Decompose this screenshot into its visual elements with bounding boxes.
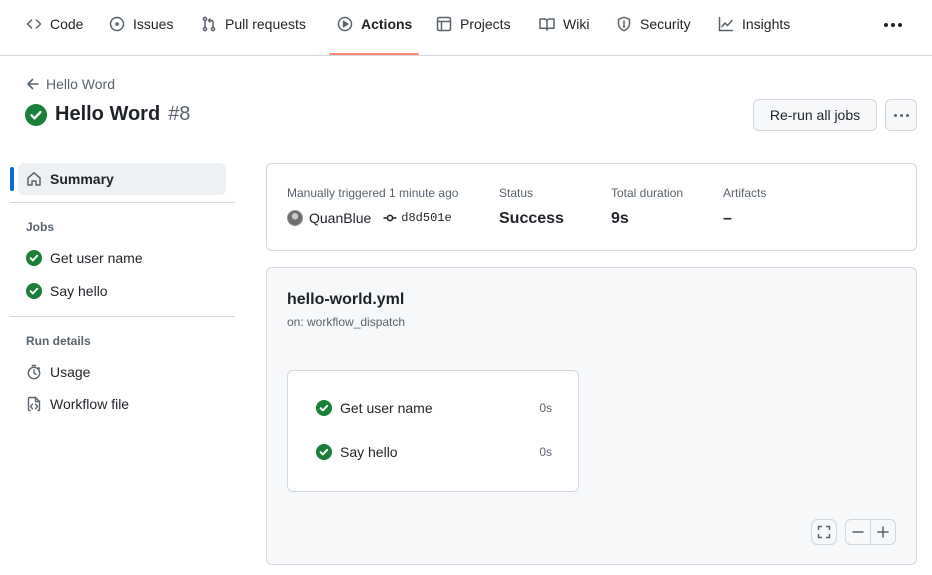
shield-icon xyxy=(617,16,631,32)
sidebar-job-say-hello[interactable]: Say hello xyxy=(26,283,108,299)
tab-projects[interactable]: Projects xyxy=(436,14,511,50)
trigger-label: Manually triggered 1 minute ago xyxy=(287,186,459,200)
status-column: Status Success xyxy=(499,186,564,228)
dash-icon xyxy=(852,531,864,533)
tab-projects-label: Projects xyxy=(460,16,511,32)
graph-job-get-user-name[interactable]: Get user name 0s xyxy=(316,400,552,416)
artifacts-value: – xyxy=(723,210,732,227)
tab-actions[interactable]: Actions xyxy=(337,14,412,50)
run-details-heading: Run details xyxy=(26,334,91,348)
play-icon xyxy=(337,16,353,32)
file-code-icon xyxy=(26,396,42,412)
kebab-horizontal-icon xyxy=(884,23,888,27)
workflow-trigger: on: workflow_dispatch xyxy=(287,315,406,329)
check-circle-fill-icon xyxy=(25,103,47,126)
workflow-file-name: hello-world.yml xyxy=(287,291,405,308)
duration-column: Total duration 9s xyxy=(611,186,683,228)
kebab-horizontal-icon xyxy=(893,113,897,117)
tab-pull-requests-label: Pull requests xyxy=(225,16,306,32)
tab-code[interactable]: Code xyxy=(26,14,83,50)
sidebar-divider xyxy=(10,316,235,317)
sidebar-item-usage[interactable]: Usage xyxy=(26,364,90,380)
git-commit-icon xyxy=(383,214,397,222)
sidebar-item-usage-label: Usage xyxy=(50,364,91,380)
status-value: Success xyxy=(499,210,564,227)
tab-code-label: Code xyxy=(50,16,84,32)
run-number: #8 xyxy=(168,103,191,125)
active-tab-underline xyxy=(329,53,419,55)
fullscreen-button[interactable] xyxy=(811,519,837,545)
tab-issues[interactable]: Issues xyxy=(109,14,173,50)
zoom-in-button[interactable] xyxy=(870,519,896,545)
table-icon xyxy=(436,16,452,32)
tab-wiki-label: Wiki xyxy=(563,16,590,32)
check-circle-fill-icon xyxy=(26,283,42,299)
tab-wiki[interactable]: Wiki xyxy=(539,14,589,50)
commit-sha: d8d501e xyxy=(401,211,452,225)
actor-link[interactable]: QuanBlue xyxy=(309,210,371,226)
sidebar-job-label: Say hello xyxy=(50,283,108,299)
tab-issues-label: Issues xyxy=(133,16,174,32)
graph-job-label: Say hello xyxy=(340,444,398,460)
check-circle-fill-icon xyxy=(316,444,332,460)
book-icon xyxy=(539,18,555,31)
tab-security[interactable]: Security xyxy=(616,14,691,50)
sidebar-job-label: Get user name xyxy=(50,250,143,266)
artifacts-column: Artifacts – xyxy=(723,186,766,228)
selected-indicator xyxy=(10,167,14,191)
tab-pull-requests[interactable]: Pull requests xyxy=(201,14,306,50)
tab-actions-label: Actions xyxy=(361,16,413,32)
tab-security-label: Security xyxy=(640,16,691,32)
graph-job-duration: 0s xyxy=(539,445,552,459)
workflow-graph-card: hello-world.yml on: workflow_dispatch Ge… xyxy=(266,267,917,565)
code-icon xyxy=(26,19,42,29)
run-options-button[interactable] xyxy=(885,99,917,131)
commit-link[interactable]: d8d501e xyxy=(383,211,452,225)
duration-label: Total duration xyxy=(611,186,684,200)
status-label: Status xyxy=(499,186,534,200)
plus-icon xyxy=(877,526,889,538)
git-pull-request-icon xyxy=(202,16,216,32)
page-title: Hello Word xyxy=(55,103,161,125)
sidebar-item-summary[interactable]: Summary xyxy=(18,163,226,195)
repo-nav: Code Issues Pull requests Actions Projec… xyxy=(0,0,932,56)
graph-job-duration: 0s xyxy=(539,401,552,415)
avatar[interactable] xyxy=(287,210,303,226)
back-to-workflow-link[interactable]: Hello Word xyxy=(26,76,115,92)
run-title: Hello Word #8 xyxy=(25,103,190,126)
check-circle-fill-icon xyxy=(26,250,42,266)
graph-job-label: Get user name xyxy=(340,400,433,416)
graph-icon xyxy=(718,16,734,32)
tab-insights[interactable]: Insights xyxy=(718,14,790,50)
tab-insights-label: Insights xyxy=(742,16,791,32)
jobs-heading: Jobs xyxy=(26,220,55,234)
sidebar-job-get-user-name[interactable]: Get user name xyxy=(26,250,143,266)
sidebar-item-summary-label: Summary xyxy=(50,171,114,187)
rerun-all-jobs-button[interactable]: Re-run all jobs xyxy=(753,99,877,131)
graph-job-say-hello[interactable]: Say hello 0s xyxy=(316,444,552,460)
duration-value: 9s xyxy=(611,210,629,227)
arrow-left-icon xyxy=(27,78,39,90)
screen-full-icon xyxy=(817,525,831,539)
check-circle-fill-icon xyxy=(316,400,332,416)
jobs-group: Get user name 0s Say hello 0s xyxy=(287,370,579,492)
back-link-label: Hello Word xyxy=(46,76,115,92)
home-icon xyxy=(27,172,41,186)
artifacts-label: Artifacts xyxy=(723,186,767,200)
issue-opened-icon xyxy=(109,16,125,32)
sidebar-divider xyxy=(10,202,235,203)
trigger-column: Manually triggered 1 minute ago QuanBlue… xyxy=(287,186,458,226)
run-summary-card: Manually triggered 1 minute ago QuanBlue… xyxy=(266,163,917,251)
sidebar-item-workflow-file[interactable]: Workflow file xyxy=(26,396,129,412)
sidebar-item-workflow-file-label: Workflow file xyxy=(50,396,130,412)
zoom-out-button[interactable] xyxy=(845,519,871,545)
stopwatch-icon xyxy=(26,364,42,380)
more-tabs-button[interactable] xyxy=(884,23,902,27)
